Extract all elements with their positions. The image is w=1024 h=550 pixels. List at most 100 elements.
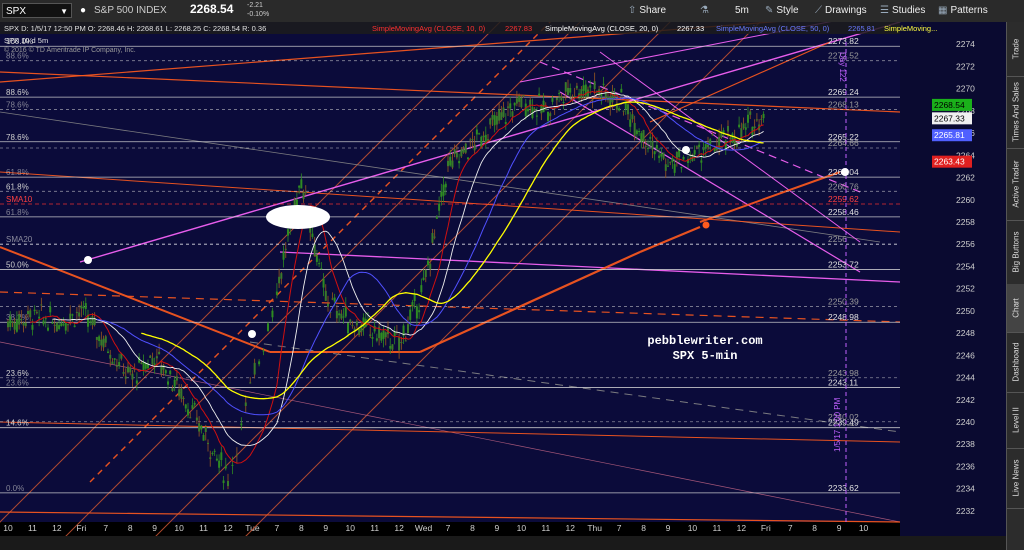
candle-body (447, 160, 449, 167)
marker-dot (248, 330, 256, 338)
price-chart[interactable]: 2232 2234 2236 2238 2240 2242 2244 2246 2248 2250… (0, 22, 1006, 550)
candle-body (155, 356, 158, 359)
x-tick-label: 10 (3, 523, 13, 533)
right-panel-tabs: Trade Times And Sales Active Trader Big But… (1006, 22, 1024, 550)
candle-body (82, 307, 85, 309)
candle-body (384, 332, 387, 338)
candle-body (424, 270, 427, 278)
style-button[interactable]: ✎ Style (765, 3, 799, 18)
candle-body (533, 108, 536, 111)
candle-body (338, 313, 341, 316)
candle-body (607, 96, 609, 101)
candle-body (73, 325, 76, 328)
candle-body (707, 144, 709, 148)
candle-body (173, 379, 176, 387)
candle-body (422, 277, 425, 280)
highlight-ellipse (266, 205, 330, 229)
tab-label: Dashboard (1011, 342, 1021, 382)
candle-body (11, 321, 14, 323)
legend-sma20-value: 2267.33 (677, 24, 704, 33)
toolbar: SPX ▼ ● S&P 500 INDEX 2268.54 -2.21 -0.10%… (0, 0, 1024, 23)
fib-label: 78.6% (6, 100, 29, 109)
tab-times-and-sales[interactable]: Times And Sales (1007, 76, 1024, 149)
candle-body (755, 119, 758, 121)
candle-body (680, 167, 683, 169)
candle-body (731, 133, 734, 143)
x-tick-label: 7 (446, 523, 451, 533)
candle-body (469, 139, 472, 141)
y-tick-label: 2242 (956, 395, 975, 405)
drawings-button[interactable]: ⟋ Drawings (815, 3, 867, 18)
candle-body (562, 102, 565, 104)
x-tick-label: 10 (688, 523, 698, 533)
watermark-site: pebblewriter.com (647, 334, 762, 348)
candle-body (538, 93, 541, 96)
candle-body (744, 127, 747, 130)
tab-big-buttons[interactable]: Big Buttons (1007, 220, 1024, 285)
patterns-button[interactable]: ▦ Patterns (938, 3, 988, 18)
symbol-input[interactable]: SPX ▼ (2, 3, 72, 18)
candle-body (69, 313, 72, 319)
candle-body (642, 130, 645, 142)
candle-body (298, 185, 301, 188)
legend-sma10-value: 2267.83 (505, 24, 532, 33)
candle-body (413, 294, 416, 302)
tab-dashboard[interactable]: Dashboard (1007, 332, 1024, 393)
candle-body (738, 124, 741, 128)
y-tick-label: 2260 (956, 195, 975, 205)
candle-body (315, 255, 318, 262)
candle-body (171, 388, 174, 392)
x-tick-label: 8 (299, 523, 304, 533)
y-tick-label: 2234 (956, 484, 975, 494)
candle-body (644, 145, 647, 147)
share-button[interactable]: ⇧ Share (628, 3, 666, 18)
candle-body (373, 325, 376, 332)
x-tick-label: 8 (812, 523, 817, 533)
candle-body (351, 325, 354, 327)
candle-body (664, 164, 667, 171)
candle-body (702, 148, 705, 151)
candle-body (162, 365, 165, 370)
candle-body (515, 98, 518, 104)
candle-body (175, 376, 178, 381)
tab-label: Times And Sales (1011, 82, 1021, 142)
day-label: Day 122 (838, 52, 847, 82)
tab-trade[interactable]: Trade (1007, 22, 1024, 77)
orange-dot (702, 221, 710, 229)
candle-body (147, 364, 149, 369)
legend-sma-extra: SimpleMoving... (884, 24, 937, 33)
x-tick-label: 7 (103, 523, 108, 533)
period-button[interactable]: 5m (735, 3, 749, 18)
candle-body (591, 99, 594, 101)
flask-button[interactable]: ⚗ (700, 3, 712, 18)
candle-body (202, 434, 205, 441)
candle-body (580, 89, 583, 99)
y-tick-label: 2262 (956, 173, 975, 183)
candle-body (549, 113, 552, 117)
candle-body (13, 322, 16, 330)
level-label: 2243.11 (828, 377, 858, 387)
candle-body (602, 83, 605, 85)
candle-body (113, 358, 116, 360)
level-label: 2264.66 (828, 138, 859, 148)
tab-active-trader[interactable]: Active Trader (1007, 148, 1024, 221)
candle-body (355, 321, 358, 326)
studies-button[interactable]: ☰ Studies (880, 3, 925, 18)
tab-label: Live News (1011, 459, 1021, 497)
tab-live-news[interactable]: Live News (1007, 448, 1024, 509)
y-tick-label: 2254 (956, 261, 975, 271)
candle-body (15, 319, 18, 332)
y-tick-label: 2270 (956, 84, 975, 94)
candle-body (627, 104, 629, 115)
legend-symbol-period: SPX 10 d 5m (4, 36, 48, 45)
candle-body (442, 184, 445, 196)
x-tick-label: 11 (199, 523, 208, 533)
y-tick-label: 2246 (956, 350, 975, 360)
candle-body (129, 367, 132, 373)
tab-chart[interactable]: Chart (1007, 284, 1024, 333)
candle-body (673, 164, 676, 173)
candle-body (524, 103, 527, 117)
candle-body (89, 321, 92, 323)
tab-level-ii[interactable]: Level II (1007, 392, 1024, 449)
chevron-down-icon: ▼ (60, 7, 68, 16)
